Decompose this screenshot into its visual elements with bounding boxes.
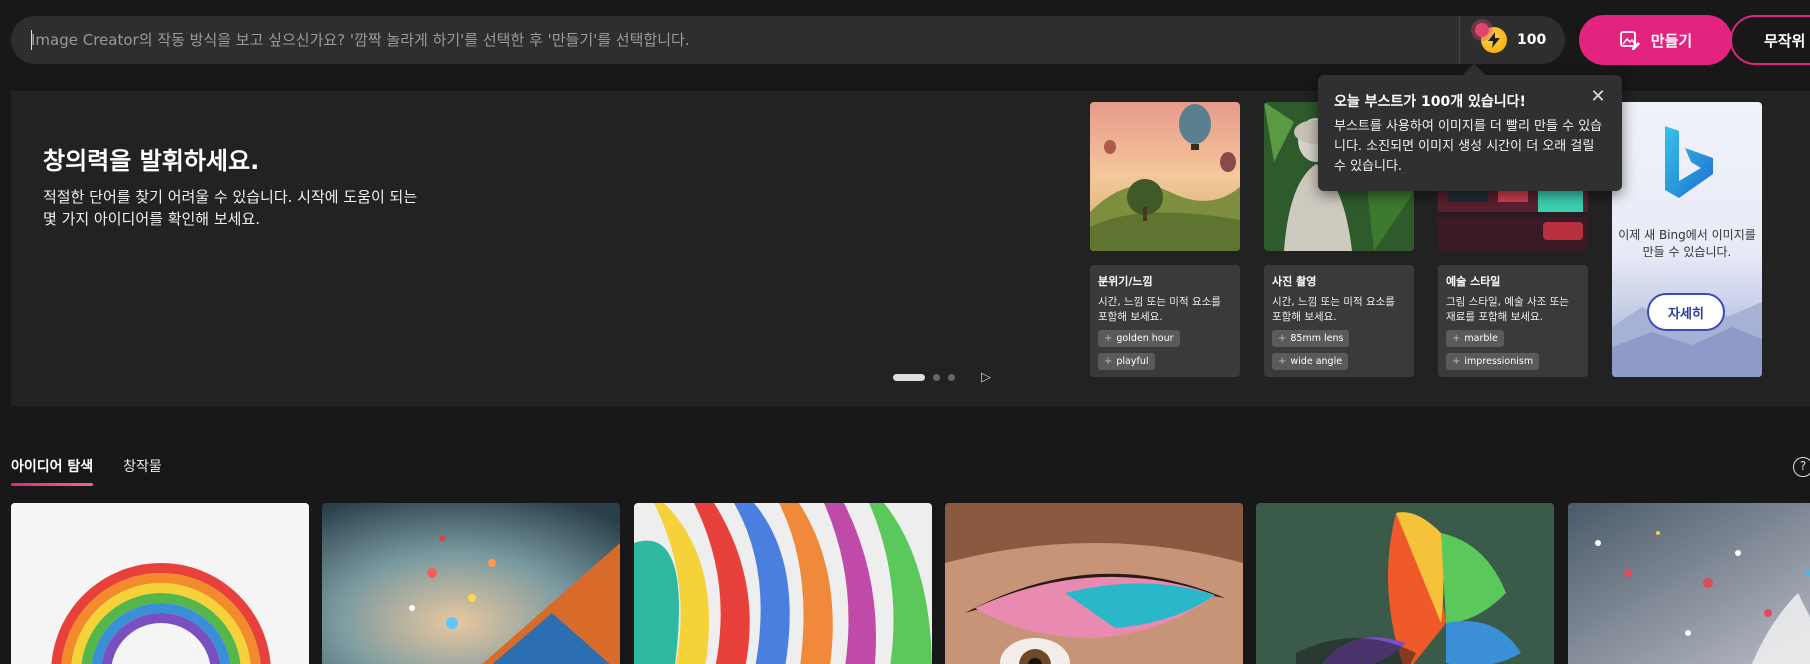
bing-promo-card: 이제 새 Bing에서 이미지를 만들 수 있습니다. 자세히 [1612, 102, 1762, 377]
chip-label: playful [1116, 356, 1149, 367]
chip-playful[interactable]: + playful [1098, 353, 1155, 370]
card-image [1090, 102, 1240, 251]
chip-label: impressionism [1464, 356, 1534, 367]
tab-explore-ideas[interactable]: 아이디어 탐색 [11, 456, 94, 486]
chip-wide-angle[interactable]: + wide angle [1272, 353, 1349, 370]
tab-creations[interactable]: 창작물 [123, 456, 162, 486]
boost-count: 100 [1517, 32, 1547, 48]
chip-impressionism[interactable]: + impressionism [1446, 353, 1540, 370]
card-description: 시간, 느낌 또는 미적 요소를 포함해 보세요. [1272, 296, 1395, 323]
plus-icon: + [1104, 333, 1113, 344]
gallery-image[interactable] [634, 503, 932, 664]
gallery-tabs: 아이디어 탐색 창작물 [11, 456, 162, 486]
card-description: 시간, 느낌 또는 미적 요소를 포함해 보세요. [1098, 296, 1221, 323]
gallery-image[interactable] [1568, 503, 1810, 664]
card-title: 예술 스타일 [1446, 275, 1501, 288]
gallery-image[interactable] [11, 503, 309, 664]
play-icon[interactable]: ▷ [981, 370, 991, 385]
card-body: 예술 스타일 그림 스타일, 예술 사조 또는 재료를 포함해 보세요. + ma… [1438, 265, 1588, 377]
boost-tooltip: 오늘 부스트가 100개 있습니다! 부스트를 사용하여 이미지를 더 빨리 만… [1318, 63, 1622, 191]
hero-title: 창의력을 발휘하세요. [43, 147, 260, 175]
gallery-image[interactable] [945, 503, 1243, 664]
notification-dot [1475, 23, 1489, 37]
tooltip-title: 오늘 부스트가 100개 있습니다! [1334, 94, 1526, 110]
plus-icon: + [1104, 356, 1113, 367]
surprise-button[interactable]: 무작위 [1730, 15, 1810, 65]
pager-dot-active[interactable] [893, 374, 925, 381]
gallery-image[interactable] [322, 503, 620, 664]
chip-marble[interactable]: + marble [1446, 330, 1504, 347]
card-title: 사진 촬영 [1272, 275, 1317, 288]
pager-dot[interactable] [948, 374, 955, 381]
carousel-pager: ▷ [893, 370, 991, 385]
prompt-bar: 100 [11, 16, 1565, 64]
plus-icon: + [1452, 356, 1461, 367]
card-body: 분위기/느낌 시간, 느낌 또는 미적 요소를 포함해 보세요. + golden… [1090, 265, 1240, 377]
image-edit-icon [1619, 29, 1641, 51]
card-body: 사진 촬영 시간, 느낌 또는 미적 요소를 포함해 보세요. +85mm le… [1264, 265, 1414, 377]
bing-logo-icon [1665, 126, 1713, 198]
chip-golden-hour[interactable]: + golden hour [1098, 330, 1180, 347]
chip-label: golden hour [1116, 333, 1174, 344]
divider [1459, 16, 1460, 64]
create-button-label: 만들기 [1650, 31, 1693, 50]
lightning-coin-icon [1475, 23, 1507, 53]
create-button[interactable]: 만들기 [1579, 15, 1732, 65]
chip-label: wide angle [1290, 356, 1343, 367]
hero-description: 적절한 단어를 찾기 어려울 수 있습니다. 시작에 도움이 되는 몇 가지 아… [43, 188, 418, 228]
idea-card-mood[interactable]: 분위기/느낌 시간, 느낌 또는 미적 요소를 포함해 보세요. + golden… [1090, 102, 1240, 377]
boost-indicator[interactable]: 100 [1475, 23, 1547, 54]
text-caret [31, 30, 32, 50]
tooltip-arrow [1462, 63, 1486, 87]
help-icon[interactable]: ? [1793, 457, 1810, 477]
pager-dot[interactable] [933, 374, 940, 381]
card-description: 그림 스타일, 예술 사조 또는 재료를 포함해 보세요. [1446, 296, 1569, 323]
card-title: 분위기/느낌 [1098, 275, 1153, 288]
chip-85mm-lens[interactable]: +85mm lens [1272, 330, 1350, 347]
plus-icon: + [1452, 333, 1461, 344]
chip-label: marble [1464, 333, 1498, 344]
plus-icon: + [1278, 333, 1287, 344]
learn-more-button[interactable]: 자세히 [1647, 293, 1725, 331]
chip-label: 85mm lens [1290, 333, 1344, 344]
close-icon[interactable]: ✕ [1588, 87, 1608, 107]
gallery-image[interactable] [1256, 503, 1554, 664]
plus-icon: + [1278, 356, 1287, 367]
bing-promo-text: 이제 새 Bing에서 이미지를 만들 수 있습니다. [1618, 228, 1756, 259]
prompt-input[interactable] [31, 16, 1451, 64]
tooltip-body: 부스트를 사용하여 이미지를 더 빨리 만들 수 있습니다. 소진되면 이미지 … [1334, 119, 1603, 174]
